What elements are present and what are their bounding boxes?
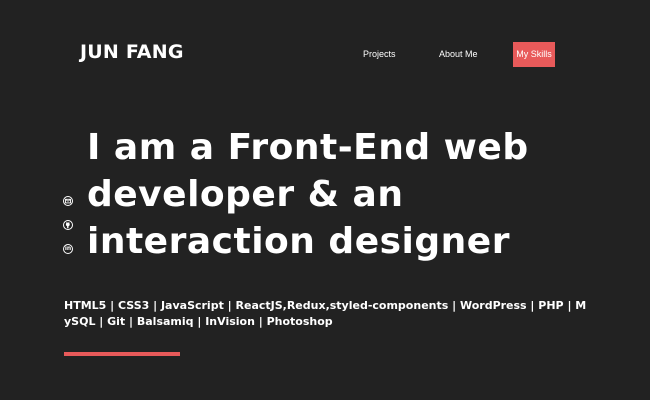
nav-projects-link[interactable]: Projects (363, 42, 396, 67)
main-nav: Projects About Me My Skills (0, 42, 650, 67)
headline-line-3: interaction designer (87, 221, 510, 262)
email-icon[interactable] (63, 196, 73, 206)
nav-skills-button[interactable]: My Skills (513, 42, 555, 67)
headline-line-1: I am a Front-End web (87, 127, 529, 168)
nav-about-link[interactable]: About Me (439, 42, 478, 67)
page: JUN FANG Projects About Me My Skills in … (0, 0, 650, 400)
linkedin-icon[interactable]: in (63, 244, 73, 254)
headline-line-2: developer & an (87, 174, 404, 215)
skills-list: HTML5 | CSS3 | JavaScript | ReactJS,Redu… (64, 299, 587, 328)
accent-divider (64, 352, 180, 356)
hero-headline: I am a Front-End web developer & an inte… (87, 124, 607, 265)
github-icon[interactable] (63, 220, 73, 230)
social-links: in (63, 196, 75, 268)
